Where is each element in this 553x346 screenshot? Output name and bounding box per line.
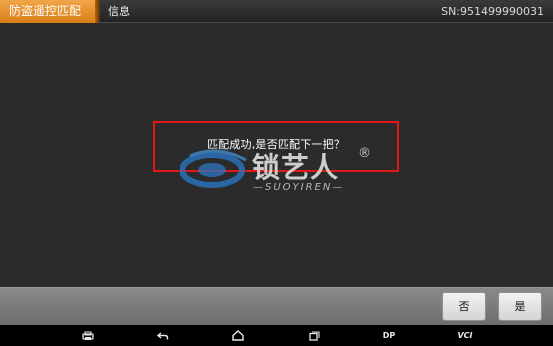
dp-label: DP [382, 331, 396, 340]
vci-label: VCI [457, 331, 473, 340]
dp-button[interactable]: DP [377, 325, 401, 346]
brand-watermark: 锁艺人 ® —SUOYIREN— [180, 146, 380, 196]
tab-edge [95, 0, 100, 23]
brand-name-en-text: SUOYIREN [265, 182, 333, 193]
serial-number: SN:951499990031 [441, 5, 544, 18]
printer-icon[interactable] [76, 325, 100, 346]
app-title-tab[interactable]: 防盗遥控匹配 [0, 0, 95, 23]
button-bar: 否 是 [0, 287, 553, 325]
main-area: 匹配成功,是否匹配下一把？ 锁艺人 ® —SUOYIREN— [0, 23, 553, 287]
brand-name-cn: 锁艺人 [252, 151, 340, 184]
no-button[interactable]: 否 [442, 292, 486, 321]
device-screen: 防盗遥控匹配 信息 SN:951499990031 匹配成功,是否匹配下一把？ … [0, 0, 553, 346]
registered-mark: ® [358, 146, 371, 161]
info-tab[interactable]: 信息 [108, 0, 130, 23]
yes-button[interactable]: 是 [498, 292, 542, 321]
brand-logo-icon [180, 149, 247, 188]
system-nav-bar: DP VCI [0, 325, 553, 346]
back-icon[interactable] [151, 325, 175, 346]
top-bar: 防盗遥控匹配 信息 SN:951499990031 [0, 0, 553, 23]
vci-button[interactable]: VCI [453, 325, 477, 346]
recents-icon[interactable] [302, 325, 326, 346]
brand-name-en: —SUOYIREN— [253, 182, 345, 193]
home-icon[interactable] [226, 325, 250, 346]
